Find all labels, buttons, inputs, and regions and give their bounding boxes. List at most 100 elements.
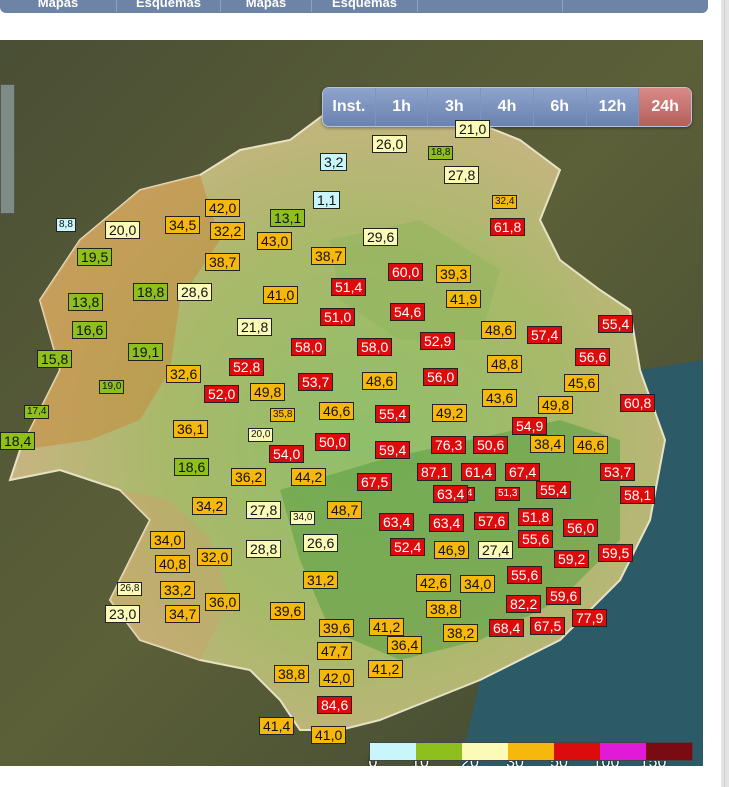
station-value-label[interactable]: 67,5 (530, 617, 566, 635)
station-value-label[interactable]: 67,5 (357, 473, 393, 491)
station-value-label[interactable]: 19,1 (128, 343, 164, 361)
tab-esquemas[interactable]: Esquemas (117, 0, 221, 12)
tab-mapas-2[interactable]: Mapas (221, 0, 312, 12)
station-value-label[interactable]: 39,3 (436, 265, 472, 283)
station-value-label[interactable]: 63,4 (429, 514, 465, 532)
station-value-label[interactable]: 41,2 (368, 660, 404, 678)
station-value-label[interactable]: 26,8 (117, 582, 143, 596)
station-value-label[interactable]: 56,0 (563, 519, 599, 537)
station-value-label[interactable]: 23,0 (105, 605, 141, 623)
station-value-label[interactable]: 38,4 (530, 435, 566, 453)
page-scrollbar[interactable] (721, 0, 729, 787)
station-value-label[interactable]: 19,0 (99, 380, 125, 394)
station-value-label[interactable]: 38,2 (443, 624, 479, 642)
station-value-label[interactable]: 45,6 (564, 374, 600, 392)
station-value-label[interactable]: 55,6 (518, 530, 554, 548)
station-value-label[interactable]: 54,9 (512, 417, 548, 435)
station-value-label[interactable]: 55,4 (598, 315, 634, 333)
station-value-label[interactable]: 32,0 (197, 548, 233, 566)
station-value-label[interactable]: 47,7 (317, 642, 353, 660)
station-value-label[interactable]: 55,4 (375, 405, 411, 423)
station-value-label[interactable]: 54,0 (269, 445, 305, 463)
station-value-label[interactable]: 48,8 (487, 355, 523, 373)
station-value-label[interactable]: 32,4 (492, 195, 518, 209)
station-value-label[interactable]: 67,4 (505, 463, 541, 481)
station-value-label[interactable]: 43,6 (482, 389, 518, 407)
station-value-label[interactable]: 50,6 (473, 436, 509, 454)
timeframe-24h-button[interactable]: 24h (639, 88, 691, 126)
station-value-label[interactable]: 49,8 (250, 383, 286, 401)
station-value-label[interactable]: 35,8 (270, 408, 296, 422)
station-value-label[interactable]: 60,0 (388, 263, 424, 281)
station-value-label[interactable]: 32,2 (210, 222, 246, 240)
station-value-label[interactable]: 36,2 (231, 468, 267, 486)
station-value-label[interactable]: 53,7 (298, 373, 334, 391)
station-value-label[interactable]: 8,8 (56, 218, 76, 232)
station-value-label[interactable]: 51,8 (518, 508, 554, 526)
station-value-label[interactable]: 51,0 (320, 308, 356, 326)
station-value-label[interactable]: 42,6 (416, 574, 452, 592)
station-value-label[interactable]: 39,6 (270, 602, 306, 620)
station-value-label[interactable]: 52,0 (204, 385, 240, 403)
station-value-label[interactable]: 27,8 (246, 501, 282, 519)
station-value-label[interactable]: 49,2 (432, 404, 468, 422)
station-value-label[interactable]: 46,6 (319, 402, 355, 420)
station-value-label[interactable]: 39,6 (319, 619, 355, 637)
station-value-label[interactable]: 19,5 (77, 248, 113, 266)
station-value-label[interactable]: 38,7 (205, 253, 241, 271)
station-value-label[interactable]: 34,2 (192, 497, 228, 515)
station-value-label[interactable]: 43,0 (257, 232, 293, 250)
station-value-label[interactable]: 53,7 (600, 463, 636, 481)
station-value-label[interactable]: 18,8 (428, 146, 454, 160)
station-value-label[interactable]: 60,8 (620, 394, 656, 412)
station-value-label[interactable]: 16,6 (72, 321, 108, 339)
station-value-label[interactable]: 42,0 (205, 199, 241, 217)
station-value-label[interactable]: 87,1 (417, 463, 453, 481)
station-value-label[interactable]: 26,0 (372, 135, 408, 153)
station-value-label[interactable]: 56,6 (575, 348, 611, 366)
station-value-label[interactable]: 31,2 (303, 571, 339, 589)
station-value-label[interactable]: 36,1 (173, 420, 209, 438)
station-value-label[interactable]: 52,4 (390, 538, 426, 556)
station-value-label[interactable]: 46,9 (434, 541, 470, 559)
station-value-label[interactable]: 28,8 (246, 540, 282, 558)
station-value-label[interactable]: 27,8 (444, 166, 480, 184)
station-value-label[interactable]: 59,2 (554, 550, 590, 568)
station-value-label[interactable]: 38,7 (311, 247, 347, 265)
station-value-label[interactable]: 29,6 (363, 228, 399, 246)
station-value-label[interactable]: 17,4 (24, 405, 50, 419)
station-value-label[interactable]: 59,6 (546, 587, 582, 605)
station-value-label[interactable]: 40,8 (155, 555, 191, 573)
station-value-label[interactable]: 34,7 (165, 605, 201, 623)
station-value-label[interactable]: 15,8 (37, 350, 73, 368)
station-value-label[interactable]: 21,8 (237, 318, 273, 336)
station-value-label[interactable]: 59,4 (375, 441, 411, 459)
tab-esquemas-2[interactable]: Esquemas (312, 0, 418, 12)
station-value-label[interactable]: 61,4 (461, 463, 497, 481)
station-value-label[interactable]: 42,0 (319, 669, 355, 687)
station-value-label[interactable]: 58,1 (620, 486, 656, 504)
station-value-label[interactable]: 28,6 (177, 283, 213, 301)
station-value-label[interactable]: 36,0 (205, 593, 241, 611)
station-value-label[interactable]: 63,4 (379, 513, 415, 531)
station-value-label[interactable]: 54,6 (390, 303, 426, 321)
station-value-label[interactable]: 44,2 (291, 468, 327, 486)
station-value-label[interactable]: 13,1 (270, 209, 306, 227)
station-value-label[interactable]: 50,0 (315, 433, 351, 451)
station-value-label[interactable]: 51,3 (495, 487, 521, 501)
station-value-label[interactable]: 52,8 (229, 358, 265, 376)
tab-empty[interactable] (418, 0, 563, 12)
station-value-label[interactable]: 55,4 (536, 481, 572, 499)
station-value-label[interactable]: 48,7 (327, 501, 363, 519)
station-value-label[interactable]: 51,4 (331, 278, 367, 296)
station-value-label[interactable]: 33,2 (160, 581, 196, 599)
station-value-label[interactable]: 52,9 (420, 332, 456, 350)
station-value-label[interactable]: 1,1 (313, 191, 341, 209)
station-value-label[interactable]: 48,6 (362, 372, 398, 390)
station-value-label[interactable]: 41,9 (446, 290, 482, 308)
station-value-label[interactable]: 41,0 (311, 726, 347, 744)
station-value-label[interactable]: 13,8 (68, 293, 104, 311)
station-value-label[interactable]: 34,0 (290, 511, 316, 525)
station-value-label[interactable]: 34,0 (460, 575, 496, 593)
station-value-label[interactable]: 46,6 (573, 436, 609, 454)
